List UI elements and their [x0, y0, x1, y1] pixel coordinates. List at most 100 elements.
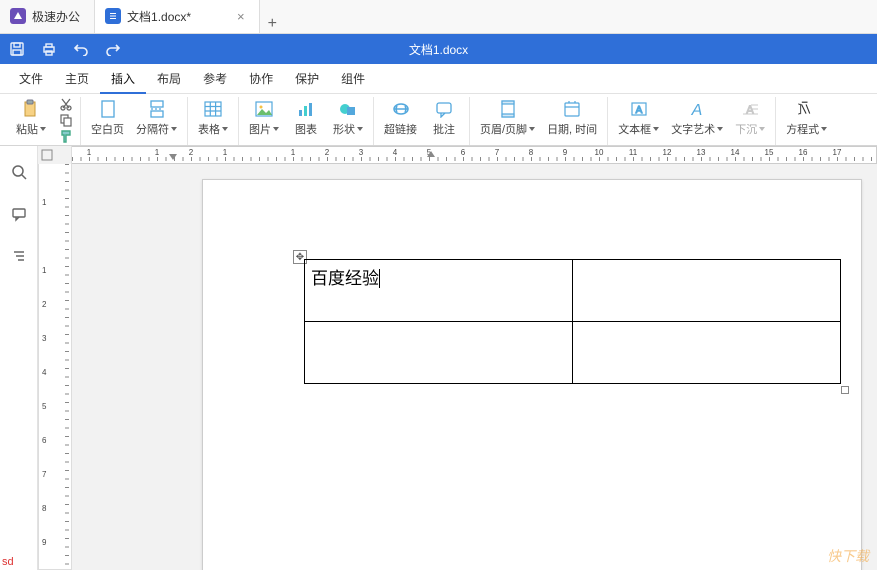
page-break-label: 分隔符 — [136, 121, 169, 137]
cell-text: 百度经验 — [311, 269, 379, 288]
left-rail — [0, 146, 38, 570]
header-footer-label: 页眉/页脚 — [480, 121, 527, 137]
ribbon-group-links: 超链接 批注 — [374, 97, 470, 145]
table-cell[interactable] — [305, 322, 573, 384]
chart-icon — [295, 99, 317, 119]
doc-tab-label: 文档1.docx* — [127, 8, 191, 25]
chevron-down-icon — [821, 127, 827, 131]
doc-icon — [105, 8, 121, 24]
page-break-button[interactable]: 分隔符 — [132, 97, 181, 137]
document-title: 文档1.docx — [409, 41, 468, 58]
cut-icon[interactable] — [58, 97, 74, 111]
page-break-icon — [146, 99, 168, 119]
chevron-down-icon — [759, 127, 765, 131]
app-tab-label: 极速办公 — [32, 8, 80, 25]
print-icon[interactable] — [40, 40, 58, 58]
ribbon-group-illustrations: 图片 图表 形状 — [239, 97, 374, 145]
comment-label: 批注 — [433, 121, 455, 137]
comments-panel-icon[interactable] — [9, 204, 29, 224]
blank-page-label: 空白页 — [91, 121, 124, 137]
table-icon — [202, 99, 224, 119]
search-icon[interactable] — [9, 162, 29, 182]
svg-text:A: A — [635, 105, 642, 116]
datetime-button[interactable]: 日期, 时间 — [543, 97, 601, 137]
hyperlink-icon — [390, 99, 412, 119]
close-tab-button[interactable]: × — [237, 9, 245, 24]
corner-text: sd — [2, 556, 14, 568]
chevron-down-icon — [273, 127, 279, 131]
comment-button[interactable]: 批注 — [425, 97, 463, 137]
wordart-button[interactable]: A 文字艺术 — [667, 97, 727, 137]
chevron-down-icon — [40, 127, 46, 131]
equation-label: 方程式 — [786, 121, 819, 137]
table-button[interactable]: 表格 — [194, 97, 232, 137]
menu-reference[interactable]: 参考 — [192, 64, 238, 94]
format-painter-icon[interactable] — [58, 129, 74, 143]
ribbon-group-clipboard: 粘贴 — [6, 97, 81, 145]
horizontal-ruler[interactable]: 11211234567891011121314151617 — [38, 146, 877, 164]
dropcap-button[interactable]: A 下沉 — [731, 97, 769, 137]
chart-button[interactable]: 图表 — [287, 97, 325, 137]
blank-page-button[interactable]: 空白页 — [87, 97, 128, 137]
document-table[interactable]: 百度经验 — [304, 259, 841, 384]
chevron-down-icon — [529, 127, 535, 131]
menu-protect[interactable]: 保护 — [284, 64, 330, 94]
quick-access-toolbar: 文档1.docx — [0, 34, 877, 64]
menu-components[interactable]: 组件 — [330, 64, 376, 94]
textbox-icon: A — [628, 99, 650, 119]
indent-bottom-marker[interactable] — [427, 149, 435, 157]
comment-icon — [433, 99, 455, 119]
picture-button[interactable]: 图片 — [245, 97, 283, 137]
menu-insert[interactable]: 插入 — [100, 64, 146, 94]
menu-home[interactable]: 主页 — [54, 64, 100, 94]
svg-text:A: A — [691, 102, 703, 118]
page-canvas[interactable]: ✥ 百度经验 — [72, 164, 877, 570]
dropcap-icon: A — [739, 99, 761, 119]
hyperlink-button[interactable]: 超链接 — [380, 97, 421, 137]
table-cell[interactable] — [573, 322, 841, 384]
indent-top-marker[interactable] — [169, 154, 177, 162]
dropcap-label: 下沉 — [735, 121, 757, 137]
textbox-label: 文本框 — [618, 121, 651, 137]
wordart-icon: A — [686, 99, 708, 119]
save-icon[interactable] — [8, 40, 26, 58]
menu-file[interactable]: 文件 — [8, 64, 54, 94]
svg-text:—: — — [802, 100, 807, 105]
paste-label: 粘贴 — [16, 121, 38, 137]
table-row: 百度经验 — [305, 260, 841, 322]
ribbon-toolbar: 粘贴 空白页 分隔符 表格 图片 图表 — [0, 94, 877, 146]
ribbon-group-equation: — 方程式 — [776, 97, 837, 145]
shape-button[interactable]: 形状 — [329, 97, 367, 137]
blank-page-icon — [97, 99, 119, 119]
app-tab[interactable]: 极速办公 — [0, 0, 94, 33]
textbox-button[interactable]: A 文本框 — [614, 97, 663, 137]
redo-icon[interactable] — [104, 40, 122, 58]
menu-collaborate[interactable]: 协作 — [238, 64, 284, 94]
chevron-down-icon — [653, 127, 659, 131]
table-resize-handle[interactable] — [841, 386, 849, 394]
ribbon-group-pages: 空白页 分隔符 — [81, 97, 188, 145]
window-titlebar: 极速办公 文档1.docx* × + — [0, 0, 877, 34]
menu-layout[interactable]: 布局 — [146, 64, 192, 94]
chart-label: 图表 — [295, 121, 317, 137]
table-cell[interactable] — [573, 260, 841, 322]
outline-icon[interactable] — [9, 246, 29, 266]
add-tab-button[interactable]: + — [260, 15, 285, 33]
undo-icon[interactable] — [72, 40, 90, 58]
picture-icon — [253, 99, 275, 119]
ribbon-group-text: A 文本框 A 文字艺术 A 下沉 — [608, 97, 776, 145]
text-cursor — [379, 269, 380, 288]
vertical-ruler[interactable]: 11234567891011 — [38, 164, 72, 570]
equation-icon: — — [796, 99, 818, 119]
chevron-down-icon — [222, 127, 228, 131]
picture-label: 图片 — [249, 121, 271, 137]
header-footer-button[interactable]: 页眉/页脚 — [476, 97, 539, 137]
wordart-label: 文字艺术 — [671, 121, 715, 137]
document-tab[interactable]: 文档1.docx* × — [94, 0, 260, 33]
table-label: 表格 — [198, 121, 220, 137]
copy-icon[interactable] — [58, 113, 74, 127]
paste-button[interactable]: 粘贴 — [12, 97, 50, 137]
table-cell[interactable]: 百度经验 — [305, 260, 573, 322]
datetime-label: 日期, 时间 — [547, 121, 597, 137]
equation-button[interactable]: — 方程式 — [782, 97, 831, 137]
